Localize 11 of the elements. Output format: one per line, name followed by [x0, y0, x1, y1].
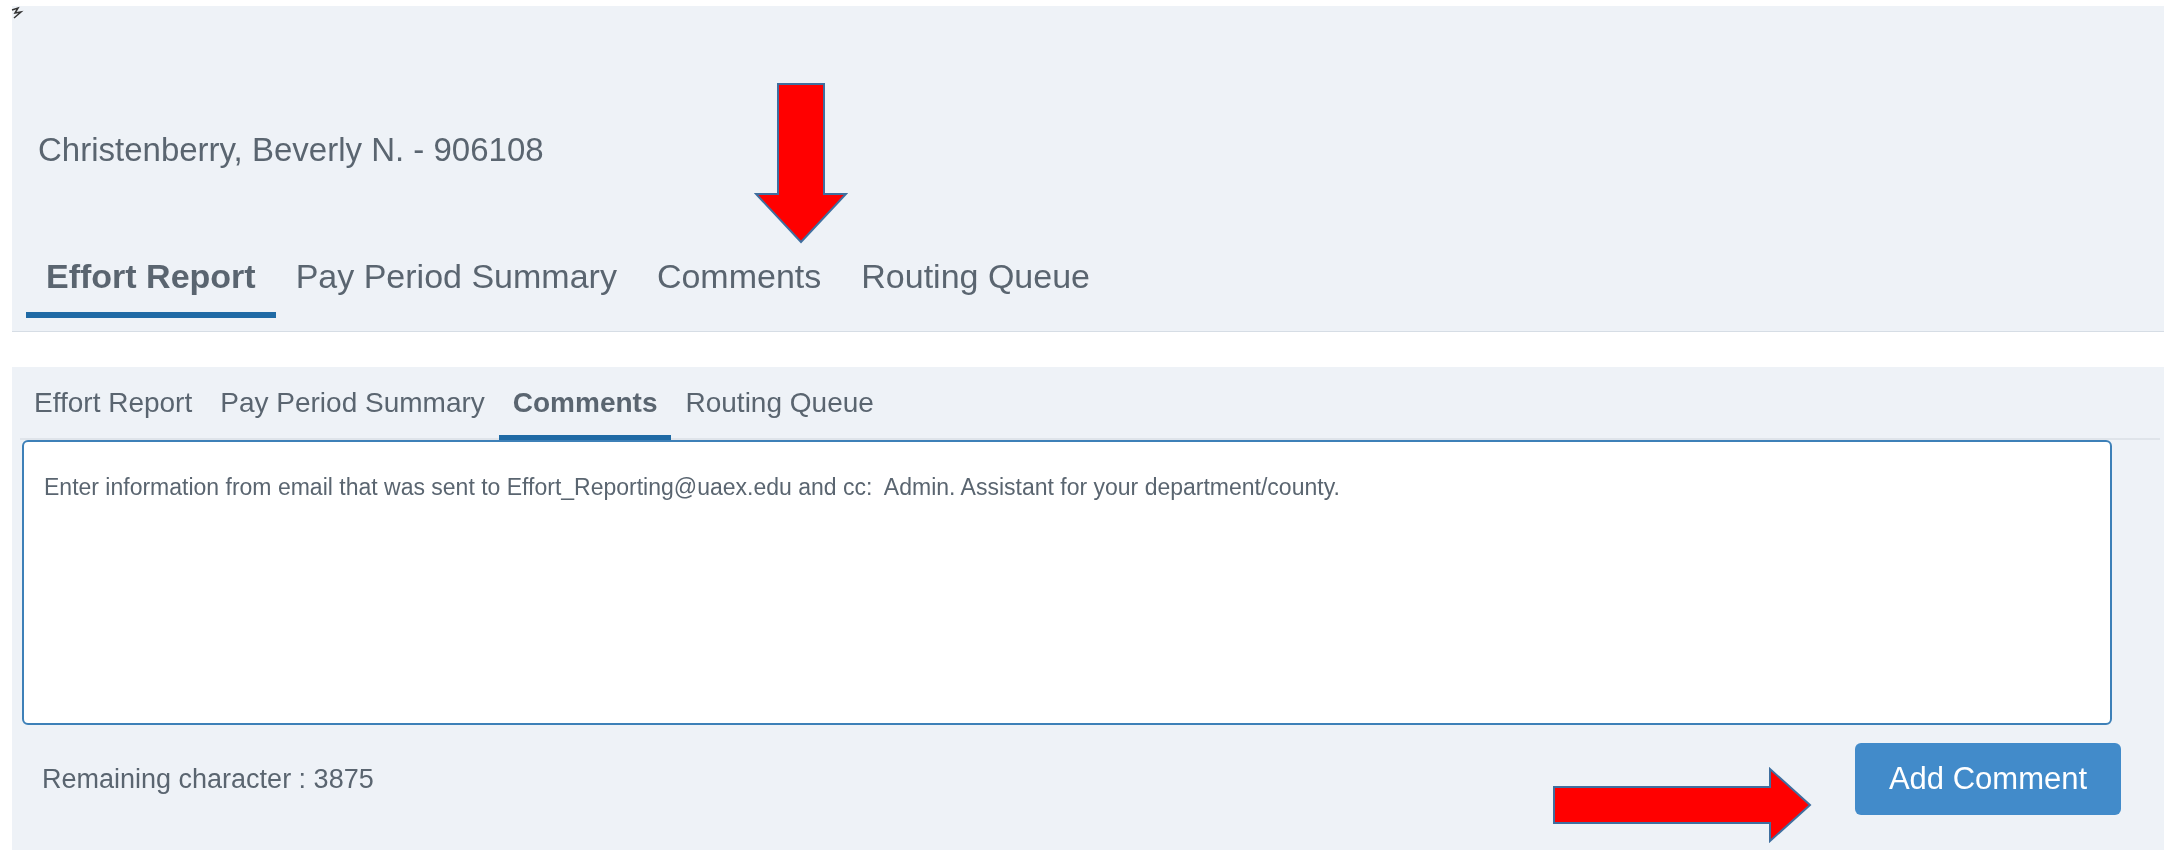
- tab[interactable]: Effort Report: [20, 385, 207, 440]
- employee-title: Christenberry, Beverly N. - 906108: [38, 130, 544, 170]
- tab[interactable]: Comments: [636, 256, 842, 318]
- comment-field[interactable]: Enter information from email that was sent to Effort_Reporting@uaex.edu and cc: Admin. Assistant for your department/county.: [22, 440, 2112, 725]
- tab[interactable]: Routing Queue: [671, 385, 888, 440]
- tab[interactable]: Pay Period Summary: [206, 385, 499, 440]
- tab[interactable]: Pay Period Summary: [275, 256, 637, 318]
- remaining-characters-text: Remaining character : 3875: [42, 762, 374, 796]
- add-comment-button[interactable]: Add Comment: [1855, 743, 2121, 815]
- tab[interactable]: Effort Report: [26, 256, 276, 318]
- tab[interactable]: Routing Queue: [841, 256, 1110, 318]
